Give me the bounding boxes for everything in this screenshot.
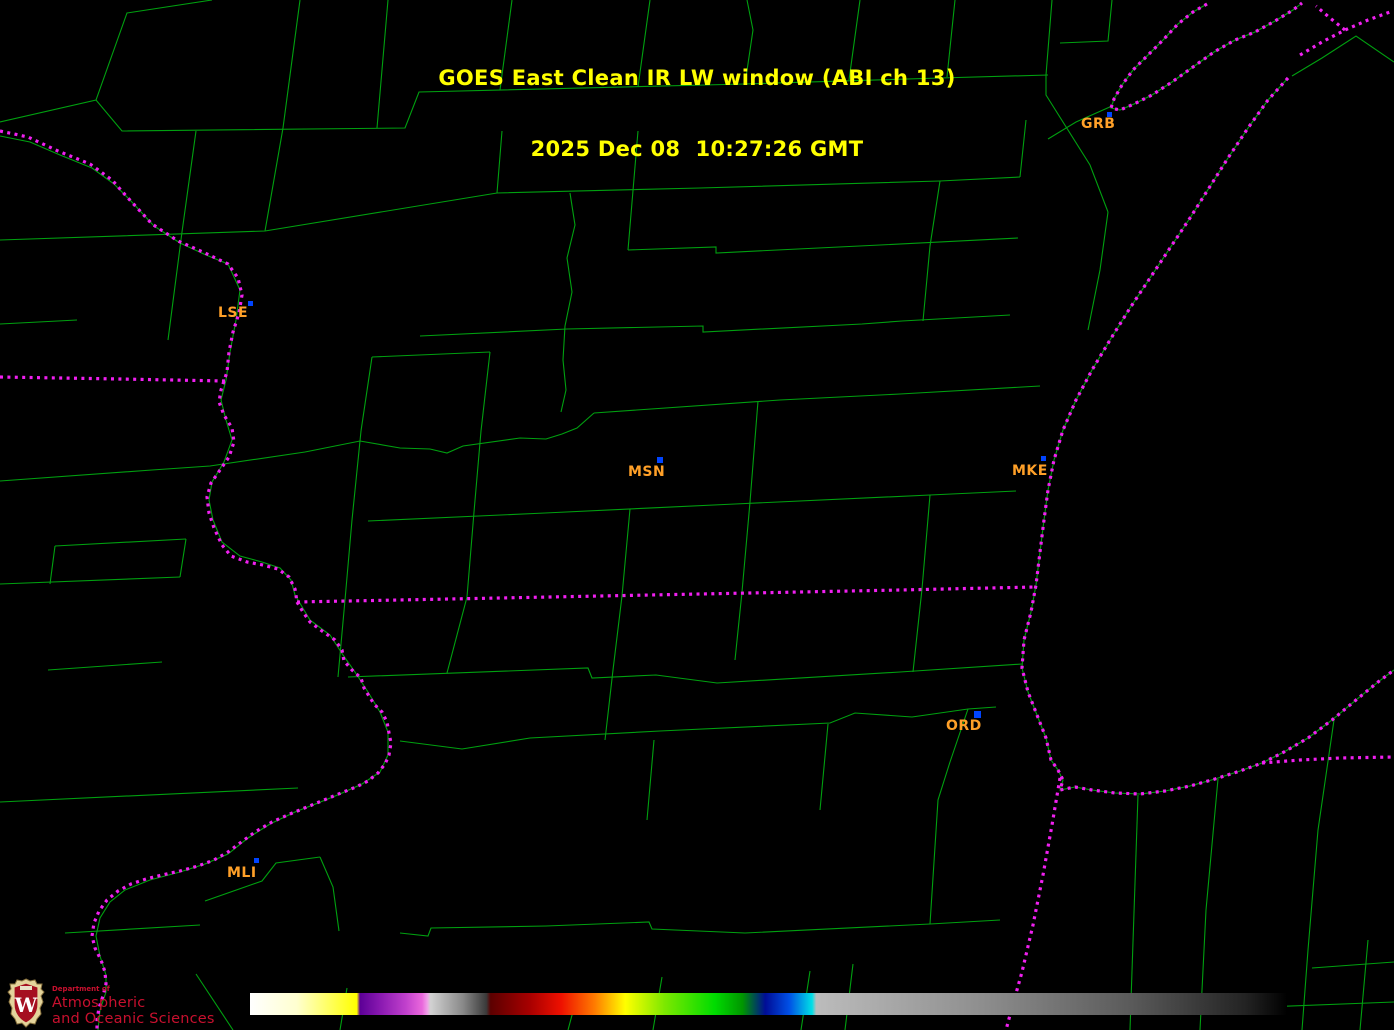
satellite-image-viewer: GOES East Clean IR LW window (ABI ch 13)… (0, 0, 1394, 1030)
image-title: GOES East Clean IR LW window (ABI ch 13) (438, 66, 956, 90)
aos-logo: W Department of Atmospheric and Oceanic … (7, 978, 215, 1028)
logo-line2: and Oceanic Sciences (52, 1010, 215, 1027)
station-dot-ord (973, 710, 981, 718)
station-label-mke: MKE (1012, 463, 1048, 479)
logo-dept-line: Department of (52, 985, 110, 993)
station-dot-mke (1040, 455, 1046, 461)
image-title-block: GOES East Clean IR LW window (ABI ch 13)… (0, 20, 1394, 208)
aos-logo-text: Department of Atmospheric and Oceanic Sc… (52, 978, 215, 1026)
station-dot-msn (657, 457, 663, 463)
station-label-mli: MLI (227, 865, 257, 881)
temperature-colorbar (250, 993, 1287, 1015)
station-label-ord: ORD (946, 718, 982, 734)
image-timestamp: 2025 Dec 08 10:27:26 GMT (530, 136, 864, 161)
station-dot-lse (247, 300, 253, 306)
uw-crest-icon: W (7, 978, 45, 1028)
station-label-grb: GRB (1081, 116, 1116, 132)
crest-w-letter: W (14, 993, 38, 1017)
logo-line1: Atmospheric (52, 995, 146, 1011)
station-label-lse: LSE (218, 305, 249, 321)
station-dot-mli (253, 857, 259, 863)
station-label-msn: MSN (628, 464, 666, 480)
